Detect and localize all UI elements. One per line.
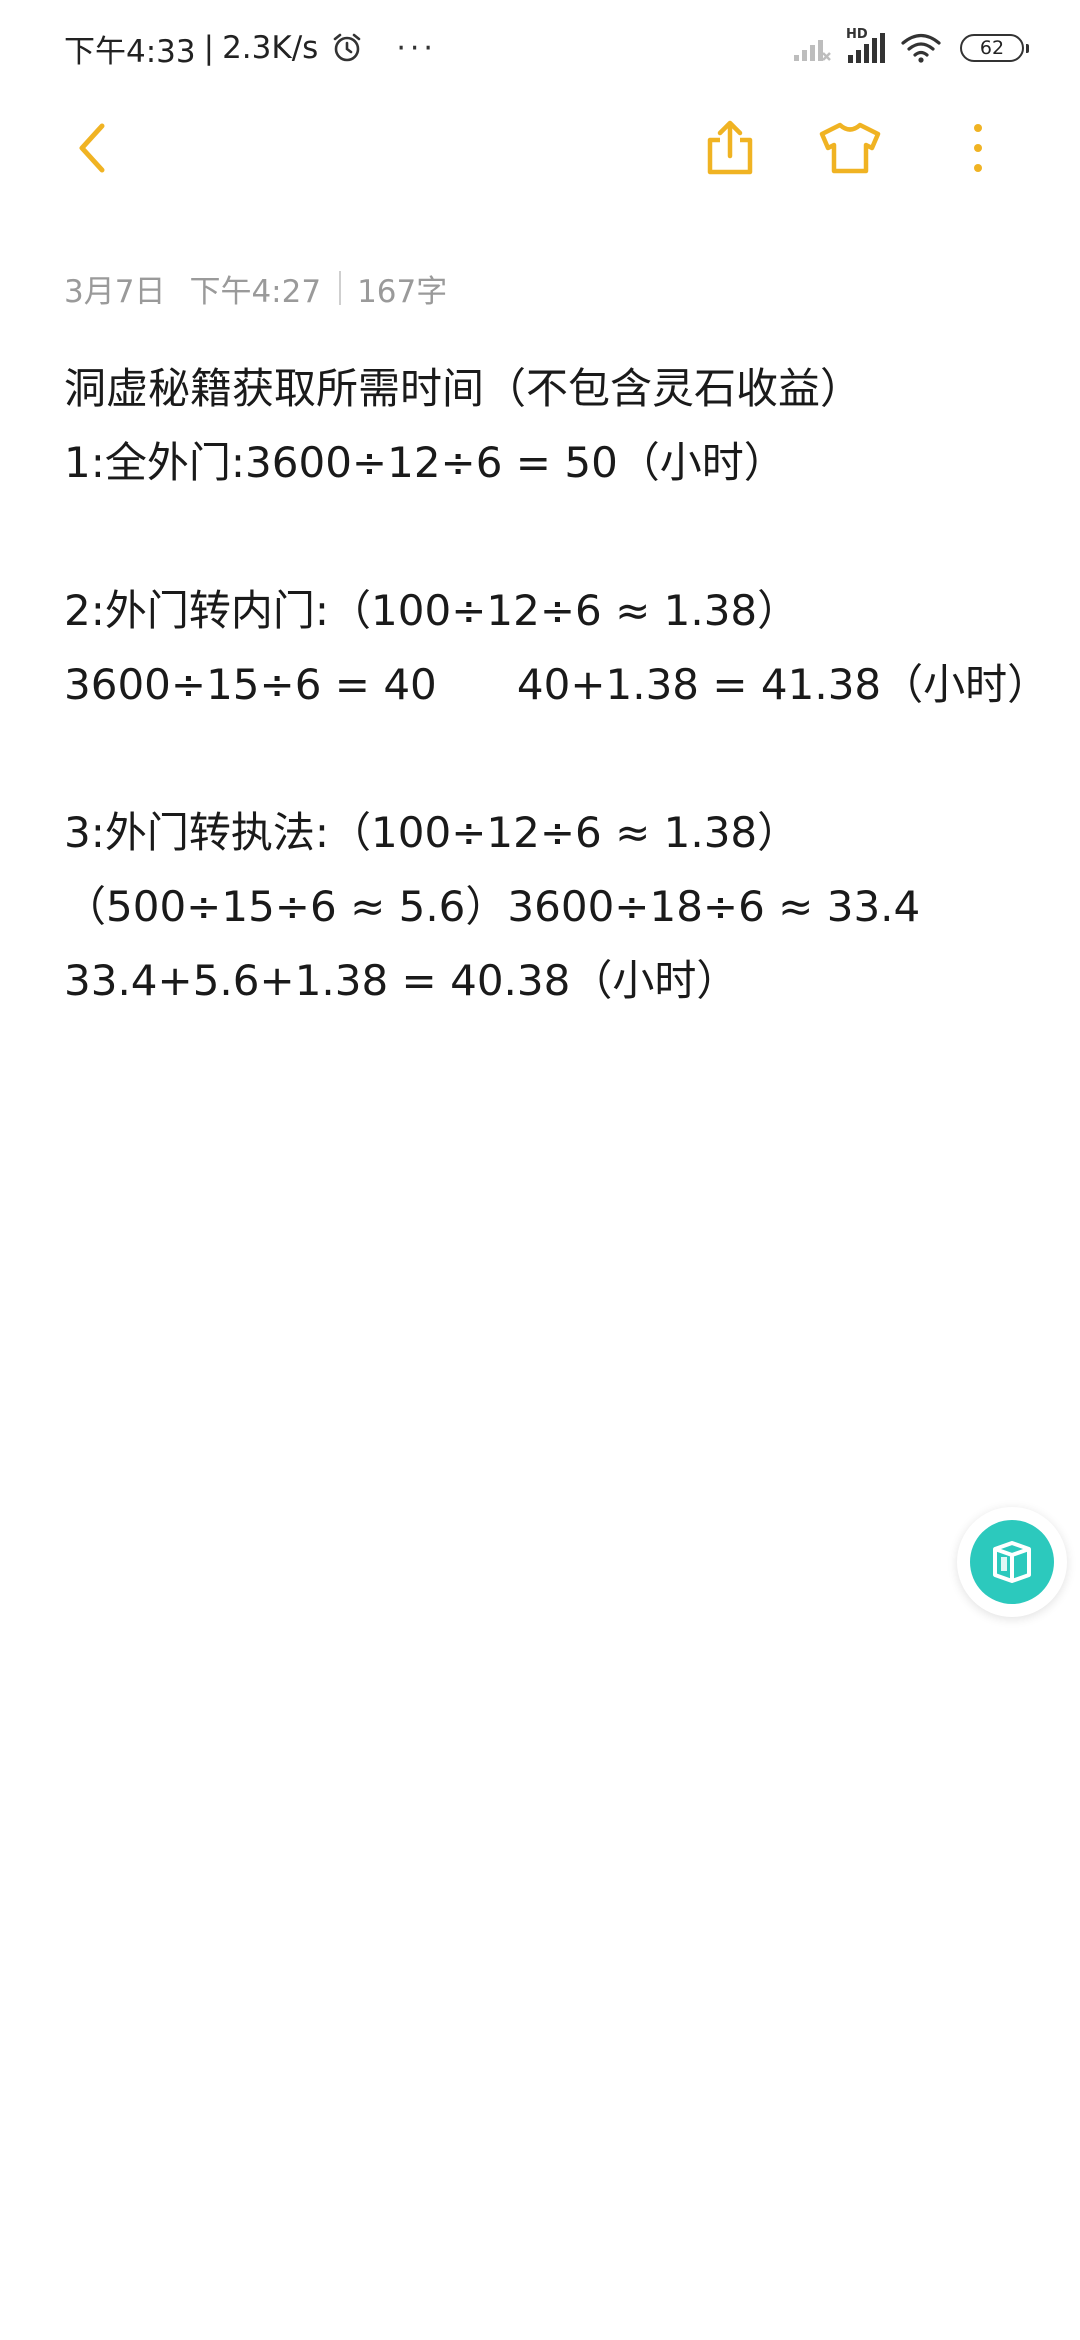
note-meta: 3月7日 下午4:27 167字 <box>64 266 447 310</box>
wifi-icon <box>901 33 941 63</box>
status-net-speed: 2.3K/s <box>222 30 319 66</box>
note-line[interactable]: 1:全外门:3600÷12÷6 = 50（小时） <box>64 426 1024 500</box>
note-line[interactable] <box>64 500 1024 574</box>
alarm-icon <box>334 33 361 62</box>
back-button[interactable] <box>60 116 124 180</box>
back-icon <box>79 123 105 173</box>
meta-divider <box>339 271 342 305</box>
status-left: 下午4:33 | 2.3K/s ··· <box>64 26 437 70</box>
battery-icon: 62 <box>960 34 1029 62</box>
theme-button[interactable] <box>818 116 882 180</box>
note-toolbar <box>0 100 1080 196</box>
note-body[interactable]: 洞虚秘籍获取所需时间（不包含灵石收益） 1:全外门:3600÷12÷6 = 50… <box>64 352 1049 1018</box>
word-count: 167字 <box>357 273 448 310</box>
more-notifications-icon: ··· <box>396 30 437 66</box>
signal-weak-icon <box>794 40 831 61</box>
note-time: 下午4:27 <box>189 273 322 310</box>
status-bar: 下午4:33 | 2.3K/s ··· HD 62 <box>0 0 1080 96</box>
note-date: 3月7日 <box>64 273 166 310</box>
note-line[interactable]: 3600÷15÷6 = 40 40+1.38 = 41.38（小时） <box>64 648 1049 722</box>
more-vertical-icon <box>974 124 982 172</box>
more-options-button[interactable] <box>946 116 1010 180</box>
battery-level: 62 <box>979 37 1005 59</box>
status-right: HD 62 <box>792 27 1029 68</box>
theme-shirt-icon <box>819 122 881 174</box>
note-line[interactable]: 洞虚秘籍获取所需时间（不包含灵石收益） <box>64 352 1024 426</box>
share-button[interactable] <box>698 116 762 180</box>
note-line[interactable]: （500÷15÷6 ≈ 5.6）3600÷18÷6 ≈ 33.4 <box>64 870 1024 944</box>
floating-mini-app-button[interactable] <box>957 1507 1067 1617</box>
status-time: 下午4:33 <box>64 33 196 70</box>
note-line[interactable]: 2:外门转内门:（100÷12÷6 ≈ 1.38） <box>64 574 1024 648</box>
note-line[interactable]: 3:外门转执法:（100÷12÷6 ≈ 1.38） <box>64 796 1024 870</box>
share-icon <box>707 120 753 175</box>
signal-hd-icon: HD <box>846 27 886 65</box>
note-line[interactable] <box>64 722 1024 796</box>
fab-background <box>970 1520 1054 1604</box>
mini-app-cube-icon <box>993 1541 1031 1583</box>
status-separator: | <box>203 30 215 66</box>
note-line[interactable]: 33.4+5.6+1.38 = 40.38（小时） <box>64 944 1024 1018</box>
